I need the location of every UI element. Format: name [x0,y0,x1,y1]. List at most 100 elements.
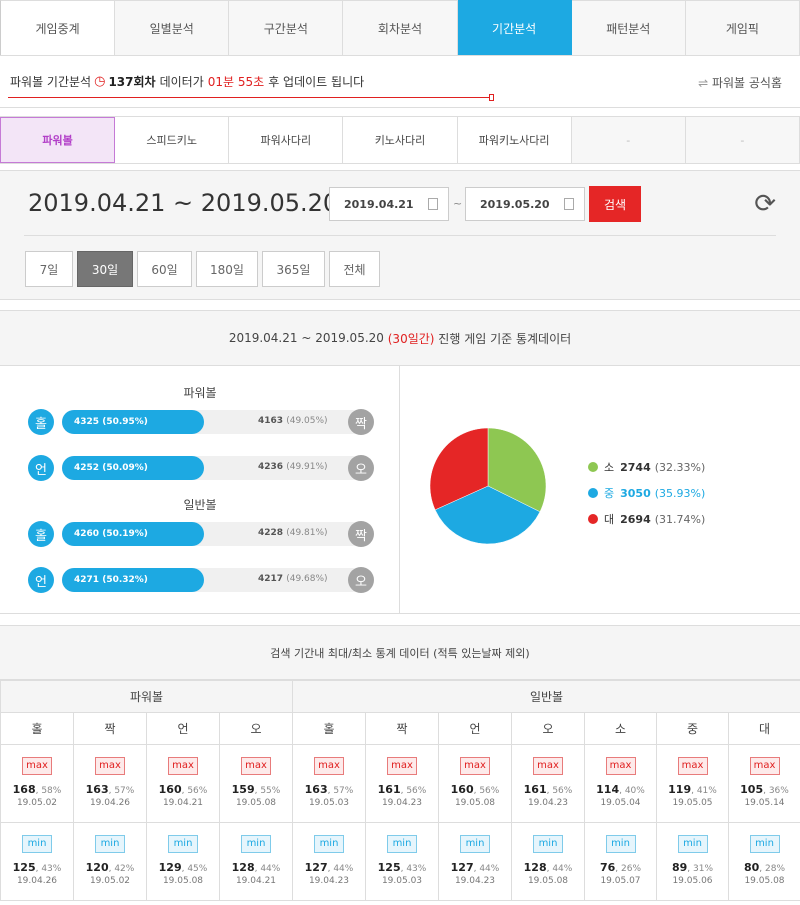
cell-pct: , 41% [691,786,717,796]
odd-even-bars: 파워볼 홀 4325 (50.95%) 4163 (49.05%) 짝 언 42… [0,366,400,613]
cell-value: 129, 45% [147,861,219,874]
cell-count: 80 [743,861,760,874]
period-7-button[interactable]: 7일 [25,251,73,287]
cell-count: 161 [523,783,547,796]
stats-suffix: 진행 게임 기준 통계데이터 [438,331,572,346]
max-cell: max 161, 56% 19.04.23 [365,744,439,823]
right-value: 4228 (49.81%) [258,528,328,538]
min-cell: min 128, 44% 19.05.08 [511,822,585,901]
cell-value: 127, 44% [293,861,365,874]
tab-section[interactable]: 구간분석 [229,0,344,55]
cell-date: 19.05.03 [381,876,423,886]
info-suffix: 후 업데이트 됩니다 [268,75,365,89]
game-tab-powerkenoladder[interactable]: 파워키노사다리 [457,117,572,163]
group-header-row: 파워볼 일반볼 [0,680,800,713]
cell-count: 128 [523,861,547,874]
tab-round[interactable]: 회차분석 [343,0,458,55]
legend-value: 3050 [620,486,651,500]
cell-count: 89 [671,861,688,874]
game-tab-empty: - [571,117,686,163]
legend-pct: (31.74%) [654,512,706,526]
tab-live[interactable]: 게임중계 [0,0,116,55]
max-cell: max 119, 41% 19.05.05 [656,744,729,823]
game-tabs: 파워볼 스피드키노 파워사다리 키노사다리 파워키노사다리 - - [0,116,800,164]
max-tag: max [677,757,708,775]
calendar-icon[interactable] [428,198,438,210]
right-pct: (49.68%) [286,574,328,584]
period-60-button[interactable]: 60일 [137,251,192,287]
cell-date: 19.05.03 [308,798,350,808]
cell-value: 89, 31% [657,861,728,874]
column-header: 홀 [0,712,74,745]
stats-body: 파워볼 홀 4325 (50.95%) 4163 (49.05%) 짝 언 42… [0,366,800,614]
min-cell: min 76, 26% 19.05.07 [584,822,657,901]
min-tag: min [168,835,198,853]
period-365-button[interactable]: 365일 [262,251,325,287]
right-pct: (49.81%) [286,528,328,538]
cell-value: 161, 56% [512,783,584,796]
column-header: 중 [656,712,729,745]
left-value: 4325 [74,417,100,427]
legend-value: 2694 [620,512,651,526]
right-label: 짝 [348,521,374,547]
left-pct: (50.95%) [102,417,148,427]
min-tag: min [95,835,125,853]
min-cell: min 89, 31% 19.05.06 [656,822,729,901]
cell-pct: , 43% [35,864,62,874]
cell-pct: , 55% [254,786,281,796]
period-30-button[interactable]: 30일 [77,251,133,287]
cell-pct: , 56% [473,786,500,796]
cell-pct: , 44% [254,864,281,874]
start-date-input[interactable]: 2019.04.21 [329,187,449,221]
cell-pct: , 56% [546,786,573,796]
cell-count: 127 [304,861,328,874]
max-row: max 168, 58% 19.05.02 max 163, 57% 19.04.26 ma… [0,744,800,823]
search-button[interactable]: 검색 [589,186,641,222]
cell-pct: , 42% [108,864,135,874]
min-cell: min 125, 43% 19.04.26 [0,822,74,901]
official-home-link[interactable]: ⇌ 파워볼 공식홈 [698,74,782,91]
cell-pct: , 44% [546,864,573,874]
start-date-value: 2019.04.21 [344,197,414,211]
extreme-stats-header: 검색 기간내 최대/최소 통계 데이터 (적특 있는날짜 제외) [0,625,800,680]
tab-gamepick[interactable]: 게임픽 [685,0,800,55]
left-label: 홀 [28,409,54,435]
tab-pattern[interactable]: 패턴분석 [571,0,686,55]
update-progress-bar [8,97,492,98]
cell-date: 19.04.21 [235,876,277,886]
game-tab-speedkeno[interactable]: 스피드키노 [115,117,230,163]
max-cell: max 163, 57% 19.04.26 [73,744,147,823]
cell-pct: , 44% [473,864,500,874]
right-label: 오 [348,567,374,593]
legend-value: 2744 [620,460,651,474]
cell-value: 159, 55% [220,783,292,796]
period-buttons: 7일 30일 60일 180일 365일 전체 [25,251,380,287]
min-row: min 125, 43% 19.04.26 min 120, 42% 19.05.02 mi… [0,822,800,901]
game-tab-powerladder[interactable]: 파워사다리 [229,117,344,163]
cell-pct: , 56% [400,786,427,796]
cell-count: 159 [231,783,255,796]
legend-dot [588,462,598,472]
refresh-icon[interactable]: ⟳ [754,189,776,219]
calendar-icon[interactable] [564,198,574,210]
game-tab-powerball[interactable]: 파워볼 [0,117,116,163]
cell-pct: , 43% [400,864,427,874]
cell-count: 163 [85,783,109,796]
min-tag: min [460,835,490,853]
divider [24,235,776,236]
max-tag: max [749,757,780,775]
game-tab-kenoladder[interactable]: 키노사다리 [343,117,458,163]
cell-value: 80, 28% [729,861,800,874]
cell-count: 125 [12,861,36,874]
tab-period[interactable]: 기간분석 [457,0,572,55]
period-180-button[interactable]: 180일 [196,251,258,287]
min-cell: min 129, 45% 19.05.08 [146,822,220,901]
tab-daily[interactable]: 일별분석 [115,0,230,55]
end-date-input[interactable]: 2019.05.20 [465,187,585,221]
bar-fill: 4260 (50.19%) [62,522,204,546]
min-tag: min [605,835,636,853]
max-tag: max [314,757,344,775]
column-header-row: 홀짝언오홀짝언오소중대 [0,712,800,745]
period-all-button[interactable]: 전체 [329,251,380,287]
column-header: 대 [728,712,800,745]
